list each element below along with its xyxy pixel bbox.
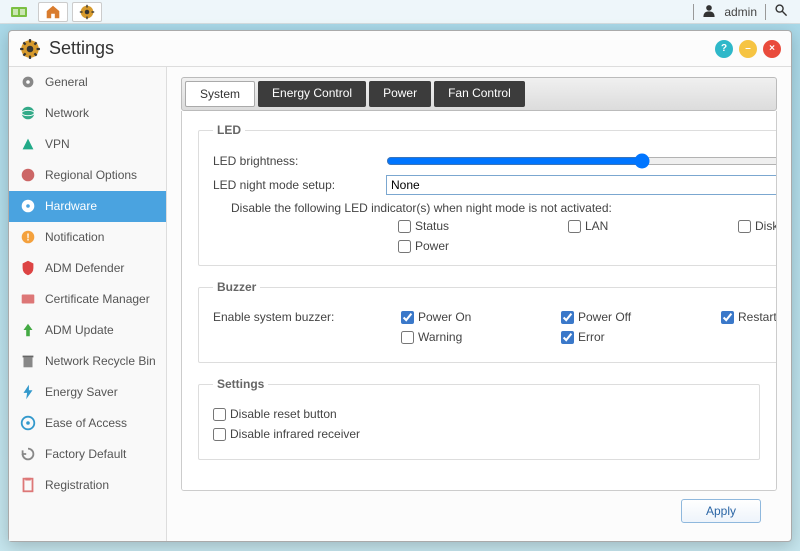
sidebar-item-ease[interactable]: Ease of Access [9, 408, 166, 439]
sidebar-item-defender[interactable]: ADM Defender [9, 253, 166, 284]
sidebar-item-label: Hardware [45, 199, 97, 213]
user-label[interactable]: admin [724, 5, 757, 19]
legend-led: LED [213, 123, 245, 137]
fieldset-settings: Settings Disable reset button Disable in… [198, 377, 760, 460]
svg-text:!: ! [26, 233, 29, 244]
check-error[interactable]: Error [561, 330, 711, 344]
check-restart[interactable]: Restart [721, 310, 777, 324]
vpn-icon [19, 135, 37, 153]
divider [693, 4, 694, 20]
alert-icon: ! [19, 228, 37, 246]
sidebar-item-vpn[interactable]: VPN [9, 129, 166, 160]
sidebar: General Network VPN Regional Options Har… [9, 67, 167, 541]
sidebar-item-label: Factory Default [45, 447, 126, 461]
sidebar-item-factory[interactable]: Factory Default [9, 439, 166, 470]
tab-energy-control[interactable]: Energy Control [258, 81, 366, 107]
user-icon[interactable] [702, 3, 716, 20]
check-disable-reset[interactable]: Disable reset button [213, 407, 337, 421]
sidebar-item-label: Ease of Access [45, 416, 127, 430]
window-body: General Network VPN Regional Options Har… [9, 67, 791, 541]
sidebar-item-certificate[interactable]: Certificate Manager [9, 284, 166, 315]
sidebar-item-general[interactable]: General [9, 67, 166, 98]
region-icon [19, 166, 37, 184]
legend-settings: Settings [213, 377, 268, 391]
check-lan[interactable]: LAN [568, 219, 728, 233]
sidebar-item-recycle[interactable]: Network Recycle Bin [9, 346, 166, 377]
tab-pane-system: LED LED brightness: LED night mode setup… [181, 111, 777, 491]
sidebar-item-notification[interactable]: ! Notification [9, 222, 166, 253]
legend-buzzer: Buzzer [213, 280, 260, 294]
taskbar-icons [4, 2, 102, 22]
sidebar-item-label: Regional Options [45, 168, 137, 182]
sidebar-item-label: Network [45, 106, 89, 120]
sidebar-item-registration[interactable]: Registration [9, 470, 166, 501]
tab-fan-control[interactable]: Fan Control [434, 81, 525, 107]
sidebar-item-label: Certificate Manager [45, 292, 150, 306]
sidebar-item-hardware[interactable]: Hardware [9, 191, 166, 222]
sidebar-item-label: VPN [45, 137, 70, 151]
sidebar-item-label: ADM Defender [45, 261, 124, 275]
search-icon[interactable] [774, 3, 788, 20]
help-button[interactable]: ? [715, 40, 733, 58]
sidebar-item-label: Energy Saver [45, 385, 118, 399]
globe-icon [19, 104, 37, 122]
check-disable-ir[interactable]: Disable infrared receiver [213, 427, 360, 441]
close-button[interactable]: × [763, 40, 781, 58]
apply-row: Apply [181, 491, 777, 531]
led-brightness-label: LED brightness: [213, 154, 378, 168]
check-power[interactable]: Power [398, 239, 558, 253]
taskbar-icon-gear[interactable] [72, 2, 102, 22]
access-icon [19, 414, 37, 432]
titlebar: Settings ? – × [9, 31, 791, 67]
settings-window: Settings ? – × General Network VPN Regio… [8, 30, 792, 542]
led-disable-note: Disable the following LED indicator(s) w… [231, 201, 777, 215]
check-disk[interactable]: Disk [738, 219, 777, 233]
taskbar-right: admin [693, 3, 796, 20]
hardware-icon [19, 197, 37, 215]
divider [765, 4, 766, 20]
check-power-on[interactable]: Power On [401, 310, 551, 324]
app-gear-icon [19, 38, 41, 60]
tab-system[interactable]: System [185, 81, 255, 107]
sidebar-item-update[interactable]: ADM Update [9, 315, 166, 346]
sidebar-item-label: ADM Update [45, 323, 114, 337]
taskbar-icon-green[interactable] [4, 2, 34, 22]
content: System Energy Control Power Fan Control … [167, 67, 791, 541]
fieldset-buzzer: Buzzer Enable system buzzer: Power On Po… [198, 280, 777, 363]
buzzer-enable-label: Enable system buzzer: [213, 310, 393, 324]
led-night-mode-select[interactable]: None ▾ [386, 175, 777, 195]
check-status[interactable]: Status [398, 219, 558, 233]
led-night-mode-label: LED night mode setup: [213, 178, 378, 192]
sidebar-item-network[interactable]: Network [9, 98, 166, 129]
taskbar: admin [0, 0, 800, 24]
sidebar-item-label: Network Recycle Bin [45, 354, 156, 368]
check-power-off[interactable]: Power Off [561, 310, 711, 324]
tabs: System Energy Control Power Fan Control [181, 77, 777, 111]
recycle-icon [19, 352, 37, 370]
sidebar-item-regional[interactable]: Regional Options [9, 160, 166, 191]
tab-power[interactable]: Power [369, 81, 431, 107]
window-controls: ? – × [715, 40, 781, 58]
apply-button[interactable]: Apply [681, 499, 761, 523]
clipboard-icon [19, 476, 37, 494]
sidebar-item-label: Notification [45, 230, 104, 244]
bolt-icon [19, 383, 37, 401]
select-value: None [391, 178, 420, 192]
fieldset-led: LED LED brightness: LED night mode setup… [198, 123, 777, 266]
certificate-icon [19, 290, 37, 308]
minimize-button[interactable]: – [739, 40, 757, 58]
gear-icon [19, 73, 37, 91]
sidebar-item-label: Registration [45, 478, 109, 492]
shield-icon [19, 259, 37, 277]
taskbar-icon-home[interactable] [38, 2, 68, 22]
update-icon [19, 321, 37, 339]
check-warning[interactable]: Warning [401, 330, 551, 344]
sidebar-item-label: General [45, 75, 88, 89]
reset-icon [19, 445, 37, 463]
led-brightness-slider[interactable] [386, 153, 777, 169]
sidebar-item-energy[interactable]: Energy Saver [9, 377, 166, 408]
window-title: Settings [49, 38, 114, 59]
